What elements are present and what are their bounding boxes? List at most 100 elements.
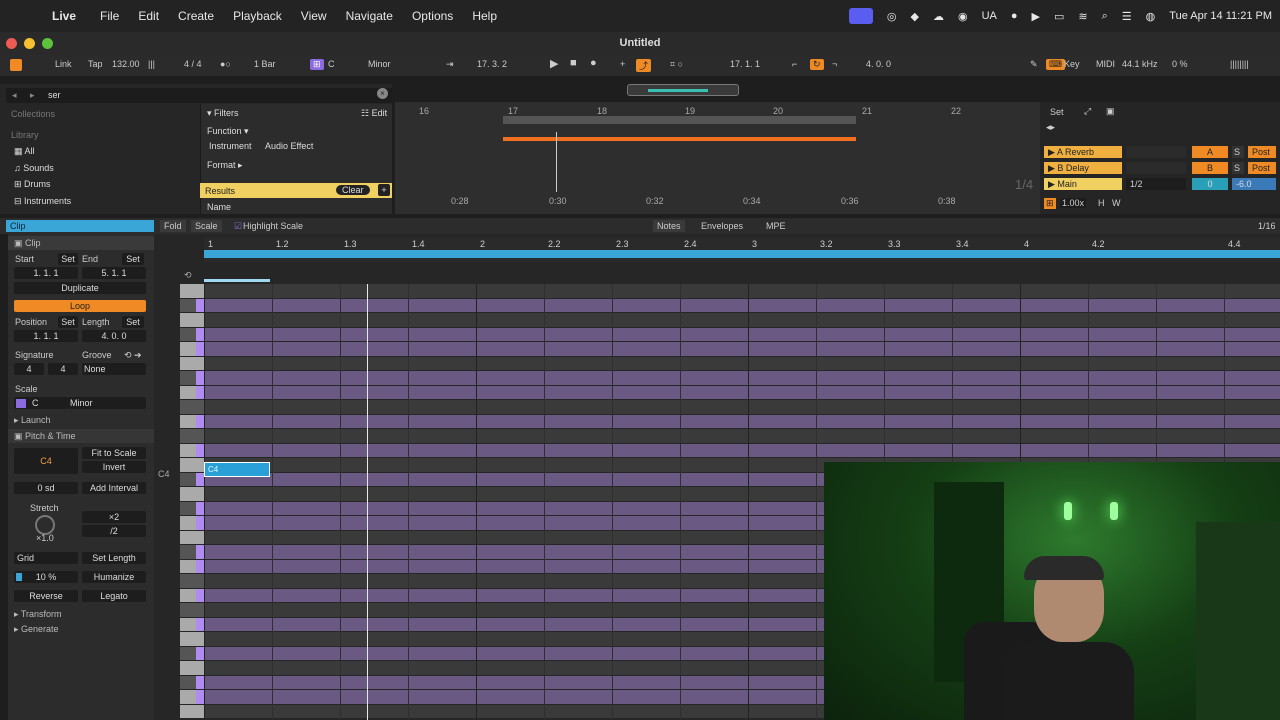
zoom-window-button[interactable] (42, 38, 53, 49)
nav-back-icon[interactable]: ◂ (12, 90, 17, 101)
piano-key[interactable] (180, 675, 204, 689)
return-a-input[interactable] (1126, 146, 1186, 158)
piano-key[interactable] (180, 429, 204, 443)
clear-button[interactable]: Clear (336, 185, 370, 195)
piano-key[interactable] (180, 574, 204, 588)
set-length-button[interactable]: Set Length (82, 552, 146, 564)
piano-key[interactable] (180, 313, 204, 327)
humanize-button[interactable]: Humanize (82, 571, 146, 583)
clip-section-header[interactable]: ▣ Clip (8, 236, 154, 250)
library-sounds[interactable]: ♫ Sounds (14, 163, 54, 173)
tab-notes[interactable]: Notes (653, 220, 685, 232)
position-set-button[interactable]: Set (58, 316, 78, 328)
scale-mode-icon[interactable]: ⊞ (310, 59, 324, 70)
keyboard-icon[interactable]: ⌨ (1046, 59, 1065, 70)
start-value[interactable]: 1. 1. 1 (14, 267, 78, 279)
piano-key[interactable] (180, 530, 204, 544)
note-lane[interactable] (204, 356, 1280, 370)
groove-hotswap-icon[interactable]: ⟲ ➔ (124, 350, 142, 361)
punch-out-icon[interactable]: ¬ (832, 59, 837, 69)
tap-button[interactable]: Tap (88, 59, 103, 69)
transpose-field[interactable]: 0 sd (14, 482, 78, 494)
format-dropdown[interactable]: Format ▸ (207, 160, 243, 171)
collections-label[interactable]: Collections (11, 109, 55, 119)
piano-key[interactable] (180, 414, 204, 428)
note-lane[interactable] (204, 400, 1280, 414)
menu-help[interactable]: Help (472, 9, 497, 23)
midi-note-c4[interactable]: C4 (204, 462, 270, 477)
return-b-input[interactable] (1126, 162, 1186, 174)
search-input[interactable]: ser (48, 90, 61, 100)
lock-icon[interactable]: ▣ (1106, 106, 1115, 117)
legato-button[interactable]: Legato (82, 590, 146, 602)
piano-key[interactable] (180, 284, 204, 298)
note-lane[interactable] (204, 298, 1280, 312)
browser-toggle-button[interactable] (10, 59, 22, 71)
piano-key[interactable] (180, 545, 204, 559)
note-lane[interactable] (204, 429, 1280, 443)
note-lane[interactable] (204, 342, 1280, 356)
half-button[interactable]: /2 (82, 525, 146, 537)
note-lane[interactable] (204, 327, 1280, 341)
return-b-solo[interactable]: S (1232, 162, 1244, 174)
piano-key[interactable] (180, 371, 204, 385)
loop-region-bar[interactable] (204, 250, 1280, 258)
return-b-post[interactable]: Post (1248, 162, 1276, 174)
overdub-icon[interactable]: + (620, 59, 625, 69)
piano-key[interactable] (180, 443, 204, 457)
pitch-time-section[interactable]: ▣ Pitch & Time (8, 429, 154, 443)
cloud-icon[interactable]: ☁ (933, 10, 944, 23)
metronome-dots-icon[interactable]: ||| (148, 59, 155, 69)
return-a-post[interactable]: Post (1248, 146, 1276, 158)
piano-key[interactable] (180, 632, 204, 646)
shield-icon[interactable]: ◎ (887, 10, 897, 23)
loop-length-field[interactable]: 4. 0. 0 (866, 59, 891, 69)
launch-section[interactable]: ▸ Launch (8, 413, 154, 427)
vpn-icon[interactable]: ◉ (958, 10, 968, 23)
capture-icon[interactable]: ⌗ ○ (670, 59, 683, 70)
draw-mode-icon[interactable]: ✎ (1030, 59, 1038, 70)
key-map-button[interactable]: Key (1064, 59, 1080, 69)
length-value[interactable]: 4. 0. 0 (82, 330, 146, 342)
note-lane[interactable] (204, 313, 1280, 327)
link-button[interactable]: Link (55, 59, 72, 69)
piano-key[interactable] (180, 690, 204, 704)
clip-start-marker[interactable] (204, 279, 270, 282)
fold-button[interactable]: Fold (160, 220, 186, 232)
follow-icon[interactable]: ⇥ (446, 59, 454, 70)
ua-label[interactable]: UA (982, 10, 997, 22)
humanize-amount[interactable]: 10 % (14, 571, 78, 583)
add-result-icon[interactable]: + (378, 184, 390, 196)
double-button[interactable]: ×2 (82, 511, 146, 523)
length-set-button[interactable]: Set (122, 316, 144, 328)
main-input-select[interactable]: 1/2 (1126, 178, 1186, 190)
arrangement-position[interactable]: 17. 3. 2 (477, 59, 507, 69)
siri-icon[interactable]: ◍ (1146, 10, 1156, 23)
main-track-name[interactable]: ▶ Main (1044, 178, 1122, 190)
w-button[interactable]: W (1112, 198, 1121, 208)
function-dropdown[interactable]: Function ▾ (207, 126, 249, 137)
play-circle-icon[interactable]: ▶ (1032, 10, 1040, 23)
scale-button[interactable]: Scale (191, 220, 222, 232)
add-interval-button[interactable]: Add Interval (82, 482, 146, 494)
clear-search-icon[interactable]: × (377, 88, 388, 99)
grid-resolution[interactable]: 1/16 (1254, 220, 1280, 232)
battery-icon[interactable]: ▭ (1054, 10, 1064, 23)
tempo-field[interactable]: 132.00 (112, 59, 140, 69)
invert-button[interactable]: Invert (82, 461, 146, 473)
library-all[interactable]: ▦ All (14, 146, 35, 157)
menu-edit[interactable]: Edit (138, 9, 159, 23)
menu-view[interactable]: View (301, 9, 327, 23)
scale-mode-select[interactable]: Minor (68, 397, 146, 409)
piano-key[interactable] (180, 487, 204, 501)
punch-in-icon[interactable]: ⌐ (792, 59, 797, 69)
overview-scroller[interactable] (627, 84, 739, 96)
midi-map-button[interactable]: MIDI (1096, 59, 1115, 69)
note-lane[interactable] (204, 371, 1280, 385)
piano-key[interactable] (180, 646, 204, 660)
time-signature-field[interactable]: 4 / 4 (184, 59, 202, 69)
h-button[interactable]: H (1098, 198, 1105, 208)
return-b-name[interactable]: ▶ B Delay (1044, 162, 1122, 174)
cue-out[interactable]: 1/4 (1015, 177, 1033, 192)
piano-key[interactable] (180, 342, 204, 356)
